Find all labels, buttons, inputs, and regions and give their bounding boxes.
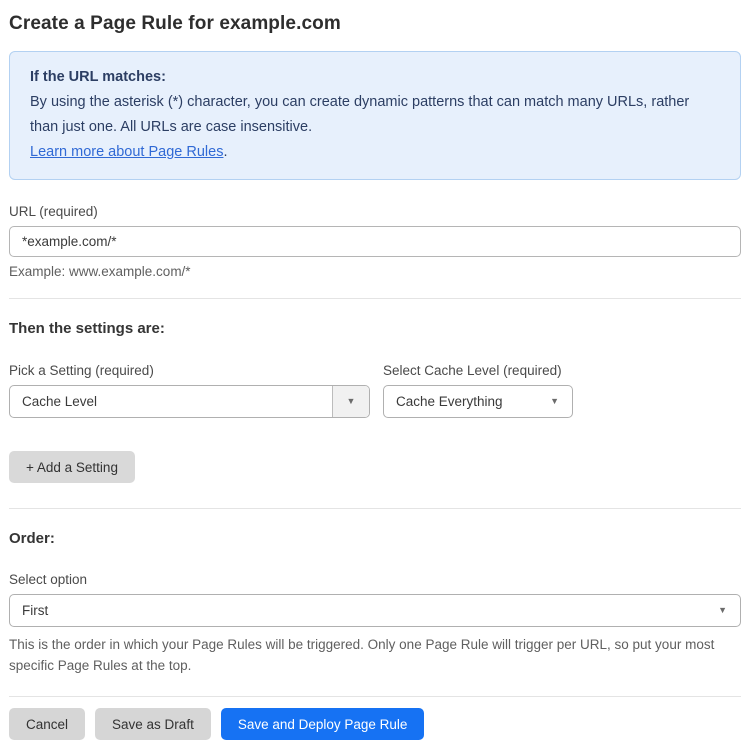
cancel-button[interactable]: Cancel bbox=[9, 708, 86, 740]
divider-url-settings bbox=[9, 298, 741, 299]
setting-picker-group: Pick a Setting (required) Cache Level ▼ bbox=[9, 363, 370, 418]
url-match-info-box: If the URL matches: By using the asteris… bbox=[9, 51, 741, 180]
settings-row: Pick a Setting (required) Cache Level ▼ … bbox=[9, 363, 741, 418]
setting-picker-value: Cache Level bbox=[22, 394, 98, 409]
save-and-deploy-button[interactable]: Save and Deploy Page Rule bbox=[220, 708, 425, 740]
info-box-link-line: Learn more about Page Rules. bbox=[30, 140, 720, 165]
divider-settings-order bbox=[9, 508, 741, 509]
order-select-value: First bbox=[22, 603, 49, 618]
divider-order-actions bbox=[9, 696, 741, 697]
setting-picker-label: Pick a Setting (required) bbox=[9, 363, 154, 378]
setting-picker-arrow-segment[interactable]: ▼ bbox=[332, 386, 369, 417]
url-field-group: URL (required) Example: www.example.com/… bbox=[9, 204, 741, 279]
footer-actions: Cancel Save as Draft Save and Deploy Pag… bbox=[9, 708, 741, 740]
chevron-down-icon: ▼ bbox=[346, 396, 356, 406]
url-field-helper: Example: www.example.com/* bbox=[9, 264, 191, 279]
create-page-rule-panel: Create a Page Rule for example.com If th… bbox=[0, 0, 750, 740]
url-field-label: URL (required) bbox=[9, 204, 98, 219]
cache-level-picker-group: Select Cache Level (required) Cache Ever… bbox=[383, 363, 573, 418]
link-suffix: . bbox=[223, 144, 228, 160]
order-arrow-wrap: ▼ bbox=[718, 606, 740, 615]
cache-level-picker-label: Select Cache Level (required) bbox=[383, 363, 562, 378]
setting-picker-select[interactable]: Cache Level ▼ bbox=[9, 385, 370, 418]
info-box-body: By using the asterisk (*) character, you… bbox=[30, 94, 690, 135]
order-select-label: Select option bbox=[9, 572, 88, 587]
page-title: Create a Page Rule for example.com bbox=[9, 13, 341, 34]
order-helper-text: This is the order in which your Page Rul… bbox=[9, 637, 715, 673]
add-setting-button[interactable]: + Add a Setting bbox=[9, 451, 135, 483]
order-select[interactable]: First ▼ bbox=[9, 594, 741, 627]
info-box-heading: If the URL matches: bbox=[30, 69, 166, 85]
cache-level-arrow-wrap: ▼ bbox=[550, 397, 572, 406]
settings-section-heading: Then the settings are: bbox=[9, 320, 165, 337]
chevron-down-icon: ▼ bbox=[550, 396, 559, 406]
cache-level-value: Cache Everything bbox=[396, 394, 503, 409]
learn-more-link[interactable]: Learn more about Page Rules bbox=[30, 144, 223, 160]
chevron-down-icon: ▼ bbox=[718, 605, 727, 615]
url-input[interactable] bbox=[9, 226, 741, 257]
save-as-draft-button[interactable]: Save as Draft bbox=[95, 708, 211, 740]
cache-level-select[interactable]: Cache Everything ▼ bbox=[383, 385, 573, 418]
order-section-heading: Order: bbox=[9, 530, 55, 547]
